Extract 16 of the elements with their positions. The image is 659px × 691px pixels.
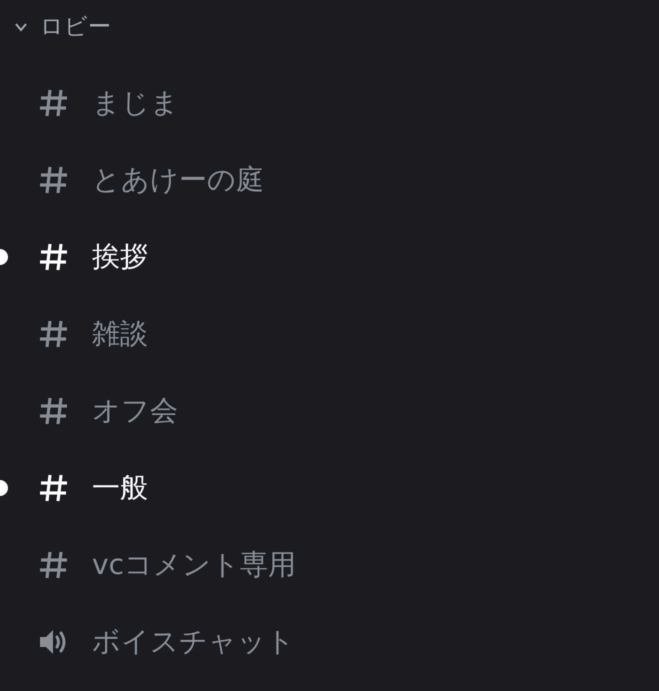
hash-icon (38, 164, 70, 194)
category-header[interactable]: ロビー (12, 10, 111, 44)
channel-item[interactable]: ボイスチャット (38, 620, 295, 662)
channel-item[interactable]: とあけーの庭 (38, 158, 264, 200)
hash-icon (38, 242, 70, 272)
hash-icon (38, 318, 70, 348)
channel-item[interactable]: vcコメント専用 (38, 544, 296, 586)
channel-item[interactable]: オフ会 (38, 390, 178, 432)
channel-item[interactable]: まじま (38, 82, 179, 124)
channel-item[interactable]: 挨拶 (38, 236, 148, 278)
channel-item[interactable]: 一般 (38, 466, 148, 508)
hash-icon (38, 88, 70, 118)
hash-icon (38, 472, 70, 502)
hash-icon (38, 396, 70, 426)
channel-item[interactable]: 雑談 (38, 312, 148, 354)
hash-icon (38, 550, 70, 580)
